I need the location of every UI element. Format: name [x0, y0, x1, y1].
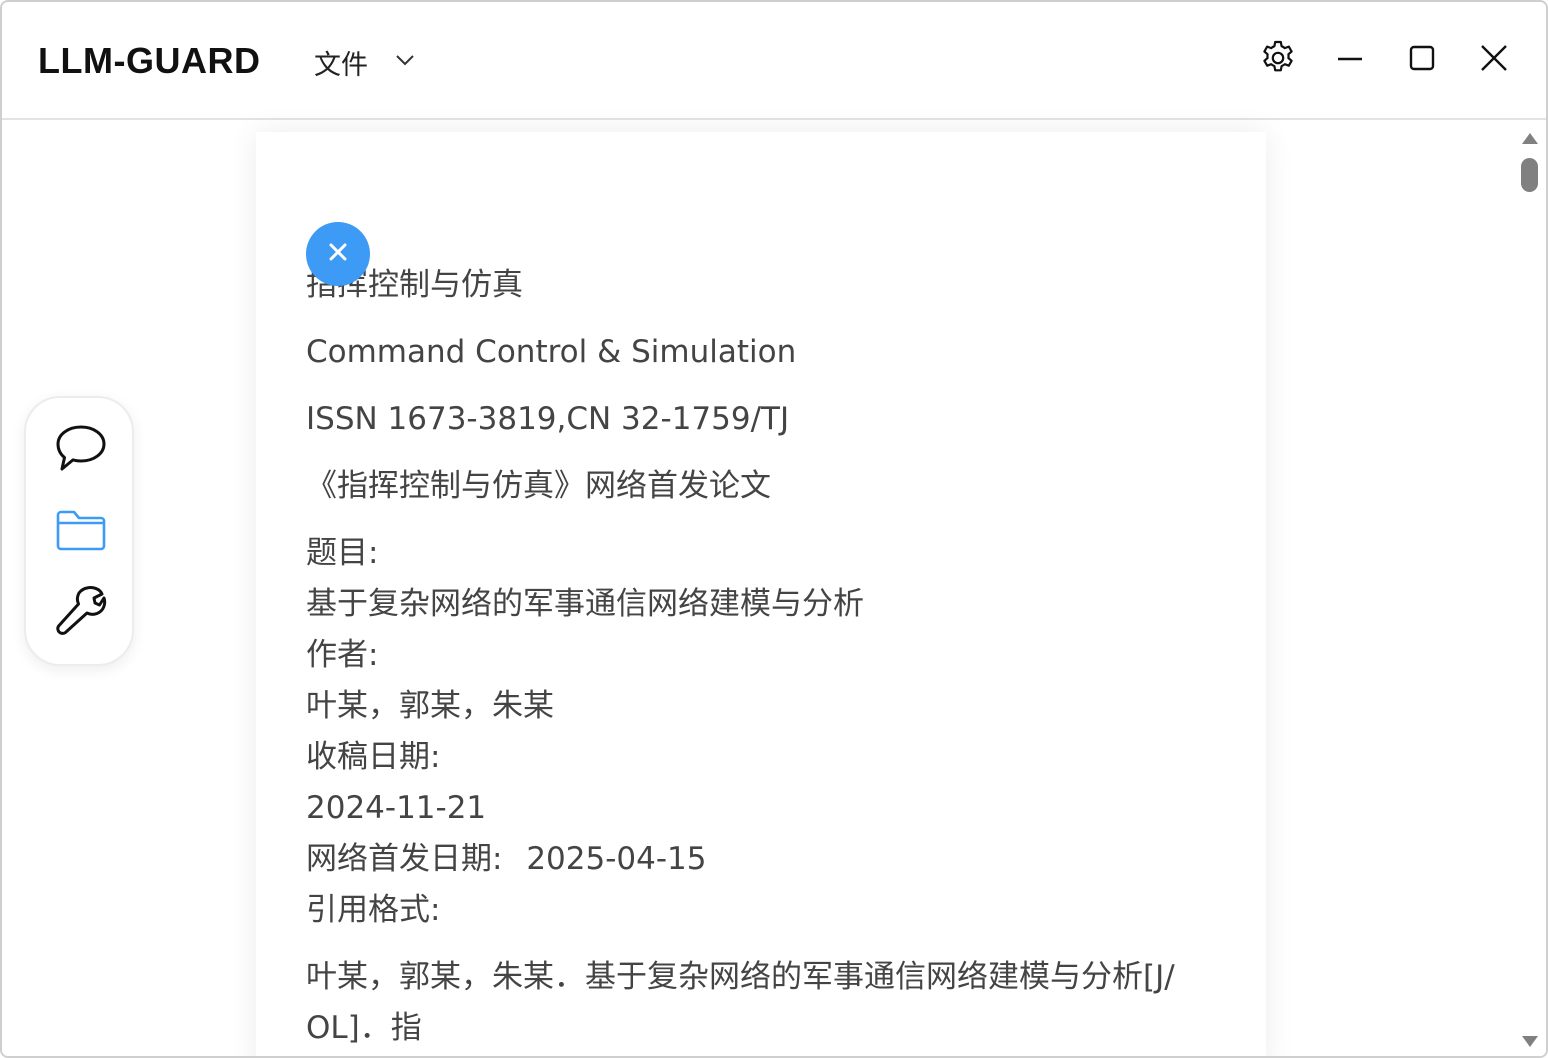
author-label: 作者:	[306, 637, 379, 673]
gear-icon	[1258, 38, 1298, 82]
close-preview-button[interactable]	[306, 222, 370, 286]
first-release: 《指挥控制与仿真》网络首发论文	[306, 468, 771, 504]
citation-line-1: 叶某，郭某，朱某．基于复杂网络的军事通信网络建模与分析[J/	[306, 959, 1175, 995]
side-toolbar	[24, 396, 134, 666]
author-value: 叶某，郭某，朱某	[306, 688, 554, 724]
minimize-button[interactable]	[1328, 38, 1372, 82]
chat-button[interactable]	[53, 422, 109, 478]
scroll-thumb[interactable]	[1521, 158, 1538, 192]
title-value: 基于复杂网络的军事通信网络建模与分析	[306, 586, 864, 622]
issn: ISSN 1673-3819,CN 32-1759/TJ	[306, 401, 790, 437]
scroll-down-arrow-icon[interactable]	[1520, 1034, 1540, 1050]
main-content: 指挥控制与仿真 Command Control & Simulation ISS…	[2, 122, 1546, 1056]
folder-button[interactable]	[53, 504, 109, 560]
received-label: 收稿日期:	[306, 739, 441, 775]
online-label: 网络首发日期:	[306, 841, 503, 877]
close-icon	[1474, 38, 1514, 82]
maximize-button[interactable]	[1400, 38, 1444, 82]
wrench-icon	[54, 583, 108, 641]
close-icon	[327, 241, 349, 267]
title-label: 题目:	[306, 535, 379, 571]
file-menu-label: 文件	[314, 49, 368, 81]
file-menu[interactable]: 文件	[314, 42, 416, 82]
citation-line-2: OL]．指	[306, 1010, 422, 1046]
citation-label: 引用格式:	[306, 892, 441, 928]
online-date: 网络首发日期: 2025-04-15	[306, 834, 1216, 885]
app-window: LLM-GUARD 文件 指挥控制与仿真 Command Control & S…	[0, 0, 1548, 1058]
folder-icon	[54, 503, 108, 561]
minimize-icon	[1330, 38, 1370, 82]
document-text: 指挥控制与仿真 Command Control & Simulation ISS…	[306, 260, 1216, 1054]
chevron-down-icon	[394, 49, 416, 75]
close-window-button[interactable]	[1472, 38, 1516, 82]
journal-en: Command Control & Simulation	[306, 334, 797, 370]
chat-bubble-icon	[54, 421, 108, 479]
journal-cn: 指挥控制与仿真	[306, 267, 523, 303]
settings-button[interactable]	[1256, 38, 1300, 82]
vertical-scrollbar[interactable]	[1516, 122, 1546, 1056]
maximize-icon	[1402, 38, 1442, 82]
tools-button[interactable]	[53, 584, 109, 640]
document-preview: 指挥控制与仿真 Command Control & Simulation ISS…	[256, 132, 1266, 1056]
scroll-up-arrow-icon[interactable]	[1520, 130, 1540, 146]
title-bar: LLM-GUARD 文件	[2, 2, 1546, 120]
app-title: LLM-GUARD	[38, 40, 261, 81]
online-value: 2025-04-15	[526, 841, 707, 877]
received-value: 2024-11-21	[306, 790, 487, 826]
